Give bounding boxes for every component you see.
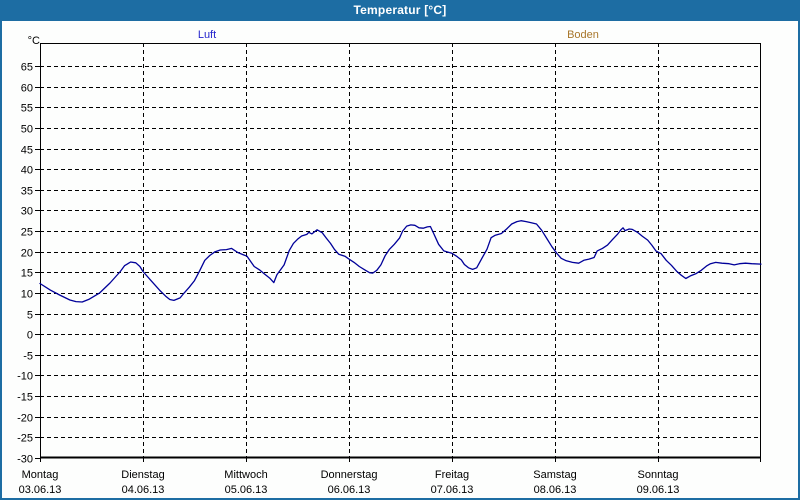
x-day-label: Sonntag bbox=[638, 469, 679, 481]
y-tick-label: 15 bbox=[21, 268, 33, 280]
y-tick-label: -30 bbox=[17, 454, 33, 466]
x-day-label: Samstag bbox=[533, 469, 576, 481]
x-day-label: Freitag bbox=[435, 469, 469, 481]
x-date-label: 06.06.13 bbox=[328, 484, 371, 496]
window-title: Temperatur [°C] bbox=[354, 3, 447, 17]
x-date-label: 05.06.13 bbox=[225, 484, 268, 496]
x-date-label: 07.06.13 bbox=[431, 484, 474, 496]
x-date-label: 04.06.13 bbox=[122, 484, 165, 496]
y-tick-label: -10 bbox=[17, 371, 33, 383]
y-tick-label: 20 bbox=[21, 248, 33, 260]
y-tick-label: 45 bbox=[21, 145, 33, 157]
legend-luft-label: Luft bbox=[198, 29, 216, 41]
y-tick-label: 25 bbox=[21, 227, 33, 239]
x-date-label: 03.06.13 bbox=[19, 484, 62, 496]
y-tick-label: -25 bbox=[17, 433, 33, 445]
y-tick-label: -20 bbox=[17, 413, 33, 425]
plot-frame bbox=[41, 44, 761, 459]
x-day-label: Dienstag bbox=[121, 469, 164, 481]
y-axis-unit-label: °C bbox=[24, 35, 40, 47]
window-title-bar: Temperatur [°C] bbox=[0, 0, 800, 21]
x-date-label: 09.06.13 bbox=[637, 484, 680, 496]
legend-boden-label: Boden bbox=[567, 29, 599, 41]
series-line-luft bbox=[40, 221, 761, 302]
y-tick-label: 10 bbox=[21, 289, 33, 301]
y-tick-label: -15 bbox=[17, 392, 33, 404]
y-tick-label: 50 bbox=[21, 124, 33, 136]
x-day-label: Mittwoch bbox=[224, 469, 267, 481]
y-tick-label: 60 bbox=[21, 83, 33, 95]
temperature-app-window: Temperatur [°C] Luft Boden °C 6560555045… bbox=[0, 0, 800, 500]
y-tick-label: 35 bbox=[21, 186, 33, 198]
y-tick-label: -5 bbox=[23, 351, 33, 363]
y-tick-label: 40 bbox=[21, 165, 33, 177]
x-day-label: Montag bbox=[22, 469, 59, 481]
y-tick-label: 5 bbox=[27, 310, 33, 322]
y-tick-label: 30 bbox=[21, 206, 33, 218]
x-date-label: 08.06.13 bbox=[534, 484, 577, 496]
y-tick-label: 0 bbox=[27, 330, 33, 342]
temperature-chart-svg: 65605550454035302520151050-5-10-15-20-25… bbox=[0, 0, 800, 500]
y-tick-label: 55 bbox=[21, 103, 33, 115]
x-day-label: Donnerstag bbox=[321, 469, 378, 481]
y-tick-label: 65 bbox=[21, 62, 33, 74]
